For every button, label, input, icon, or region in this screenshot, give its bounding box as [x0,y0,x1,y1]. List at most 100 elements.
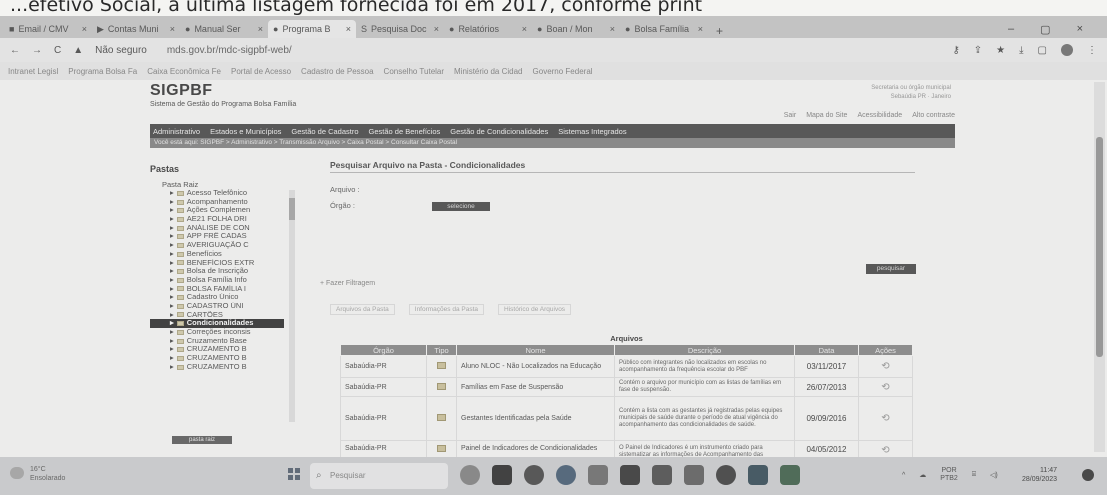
top-link[interactable]: Sair [784,112,796,122]
tab-close-icon[interactable]: × [522,24,527,34]
sidebar-folder-item[interactable]: ▸ Acesso Telefônico [150,189,284,198]
table-row[interactable]: Sabaúdia-PR Famílias em Fase de Suspensã… [340,377,913,397]
download-action-icon[interactable]: ⟲ [881,361,889,372]
menu-item[interactable]: Sistemas Integrados [558,127,626,136]
bookmark-item[interactable]: Cadastro de Pessoa [301,67,374,76]
tab-folder-info[interactable]: Informações da Pasta [408,304,484,315]
minimize-button[interactable]: – [1008,23,1014,35]
sidebar-folder-item[interactable]: ▸ APP FRÊ CADAS [150,232,284,241]
browser-tab[interactable]: ■ Email / CMV × [4,20,92,38]
browser-tab[interactable]: ● Bolsa Família × [620,20,708,38]
menu-icon[interactable]: ⋮ [1087,45,1097,56]
page-scrollbar[interactable] [1094,82,1105,452]
expand-icon[interactable]: ▸ [170,224,174,233]
page-scroll-thumb[interactable] [1096,137,1103,357]
sidebar-folder-item[interactable]: ▸ CARTÕES [150,311,284,320]
expand-icon[interactable]: ▸ [170,241,174,250]
expand-icon[interactable]: ▸ [170,302,174,311]
share-icon[interactable]: ⇪ [974,45,982,56]
tab-close-icon[interactable]: × [82,24,87,34]
taskbar-app-icon[interactable] [684,465,704,485]
tab-close-icon[interactable]: × [610,24,615,34]
new-tab-button[interactable]: + [708,24,731,38]
sidebar-folder-item[interactable]: ▸ Bolsa Família Info [150,276,284,285]
column-header[interactable]: Ações [858,344,913,356]
expand-icon[interactable]: ▸ [170,285,174,294]
column-header[interactable]: Descrição [614,344,795,356]
top-link[interactable]: Mapa do Site [806,112,847,122]
expand-icon[interactable]: ▸ [170,319,174,328]
close-button[interactable]: × [1077,23,1083,35]
expand-icon[interactable]: ▸ [170,189,174,198]
table-row[interactable]: Sabaúdia-PR Aluno NLOC - Não Localizados… [340,355,913,378]
menu-item[interactable]: Gestão de Benefícios [369,127,441,136]
download-icon[interactable]: ⤓ [1019,45,1023,56]
browser-tab[interactable]: ● Manual Ser × [180,20,268,38]
expand-icon[interactable]: ▸ [170,232,174,241]
tab-close-icon[interactable]: × [434,24,439,34]
expand-icon[interactable]: ▸ [170,267,174,276]
forward-icon[interactable]: → [32,45,42,56]
cell-nome[interactable]: Aluno NLOC - Não Localizados na Educação [456,355,615,378]
taskbar-app-icon[interactable] [780,465,800,485]
expand-icon[interactable]: ▸ [170,337,174,346]
menu-item[interactable]: Estados e Municípios [210,127,281,136]
sidebar-folder-item[interactable]: ▸ AVERIGUAÇÃO C [150,241,284,250]
table-row[interactable]: Sabaúdia-PR Gestantes Identificadas pela… [340,396,913,441]
root-folder-button[interactable]: pasta raiz [172,436,232,444]
star-icon[interactable]: ★ [996,45,1005,56]
expand-icon[interactable]: ▸ [170,206,174,215]
back-icon[interactable]: ← [10,45,20,56]
browser-tab[interactable]: ● Boan / Mon × [532,20,620,38]
browser-tab-active[interactable]: ● Programa B × [268,20,356,38]
bookmark-item[interactable]: Portal de Acesso [231,67,291,76]
download-action-icon[interactable]: ⟲ [881,413,889,424]
tab-history[interactable]: Histórico de Arquivos [498,304,572,315]
bookmark-item[interactable]: Ministério da Cidad [454,67,522,76]
sidebar-folder-item[interactable]: ▸ Acompanhamento [150,198,284,207]
sidebar-folder-item[interactable]: ▸ CRUZAMENTO B [150,354,284,363]
sidebar-folder-item[interactable]: ▸ CRUZAMENTO B [150,345,284,354]
expand-icon[interactable]: ▸ [170,198,174,207]
column-header[interactable]: Órgão [340,344,427,356]
cell-nome[interactable]: Gestantes Identificadas pela Saúde [456,396,615,441]
expand-icon[interactable]: ▸ [170,215,174,224]
expand-icon[interactable]: ▸ [170,276,174,285]
sidebar-folder-item[interactable]: ▸ AE21 FOLHA DRI [150,215,284,224]
menu-item[interactable]: Administrativo [153,127,200,136]
language-indicator[interactable]: POR PTB2 [940,467,958,483]
cloud-icon[interactable]: ☁ [919,471,926,479]
chevron-up-icon[interactable]: ^ [902,472,905,479]
sidebar-folder-item[interactable]: ▸ CRUZAMENTO B [150,363,284,372]
sidebar-folder-item[interactable]: ▸ Bolsa de Inscrição [150,267,284,276]
tree-scroll-thumb[interactable] [289,198,295,220]
filter-toggle[interactable]: + Fazer Filtragem [320,280,375,287]
profile-avatar[interactable] [1061,44,1073,56]
taskbar-app-icon[interactable] [524,465,544,485]
taskbar-app-icon[interactable] [556,465,576,485]
bookmark-item[interactable]: Conselho Tutelar [384,67,444,76]
tree-scrollbar[interactable] [289,190,295,422]
taskbar-app-icon[interactable] [748,465,768,485]
expand-icon[interactable]: ▸ [170,259,174,268]
top-link[interactable]: Acessibilidade [857,112,902,122]
taskbar-app-icon[interactable] [652,465,672,485]
tab-files[interactable]: Arquivos da Pasta [330,304,395,315]
sidebar-folder-item[interactable]: ▸ BENEFÍCIOS EXTR [150,259,284,268]
sidebar-folder-item[interactable]: ▸ Correções inconsis [150,328,284,337]
expand-icon[interactable]: ▸ [170,250,174,259]
tree-root-folder[interactable]: Pasta Raiz [150,180,308,189]
search-button[interactable]: pesquisar [866,264,916,274]
expand-icon[interactable]: ▸ [170,345,174,354]
browser-tab[interactable]: ▶ Contas Muni × [92,20,180,38]
browser-tab[interactable]: ● Relatórios × [444,20,532,38]
reload-icon[interactable]: C [54,45,61,56]
sidebar-folder-item[interactable]: ▸ Condicionalidades [150,319,284,328]
windows-start-icon[interactable] [288,468,300,480]
expand-icon[interactable]: ▸ [170,311,174,320]
column-header[interactable]: Tipo [426,344,457,356]
taskbar-app-icon[interactable] [460,465,480,485]
sidebar-folder-item[interactable]: ▸ Benefícios [150,250,284,259]
expand-icon[interactable]: ▸ [170,293,174,302]
bookmark-item[interactable]: Caixa Econômica Fe [147,67,221,76]
